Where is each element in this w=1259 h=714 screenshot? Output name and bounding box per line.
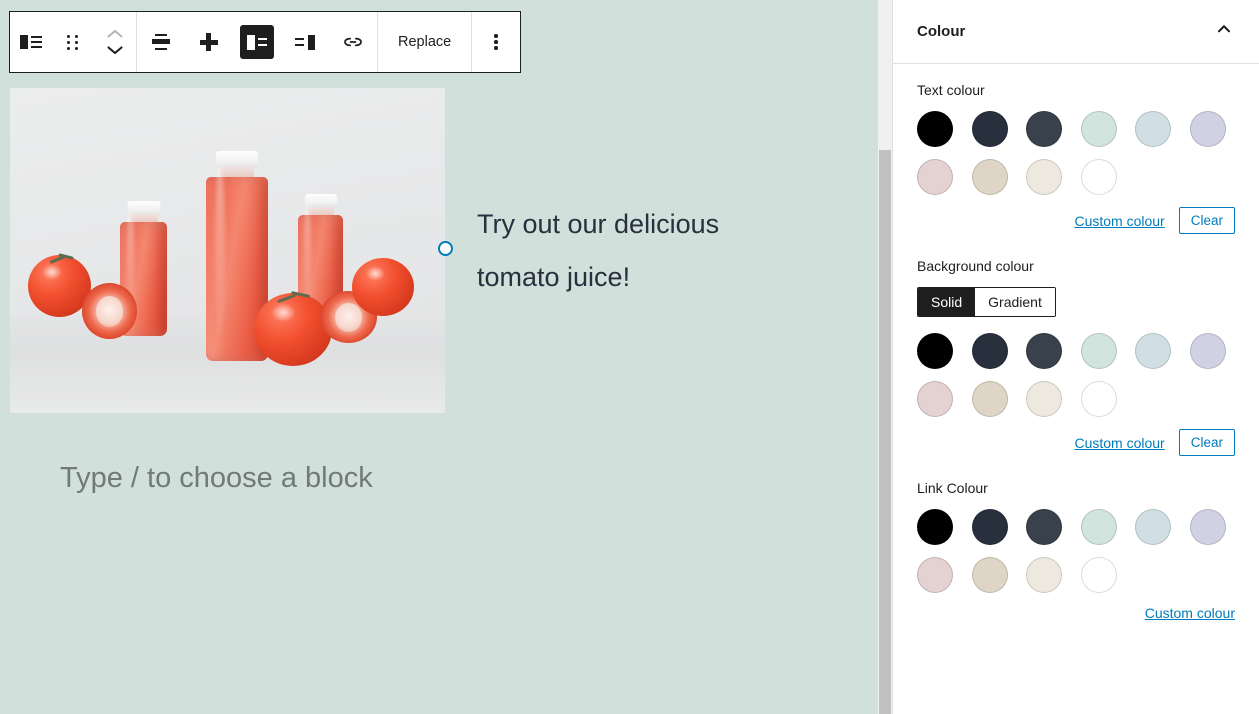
- show-media-on-left-button[interactable]: [233, 12, 281, 72]
- move-up-button[interactable]: [105, 27, 125, 41]
- swatch-purple[interactable]: [1189, 111, 1226, 147]
- swatch-black[interactable]: [917, 509, 953, 545]
- background-colour-label: Background colour: [917, 258, 1034, 274]
- chevron-up-icon: [1217, 25, 1231, 33]
- swatch-blue[interactable]: [1135, 333, 1171, 369]
- section-text-colour: Text colour Custom colour Clear: [917, 82, 1235, 234]
- media-on-right-icon: [295, 34, 315, 50]
- more-options-button[interactable]: [472, 12, 520, 72]
- settings-sidebar: Colour Text colour Custom colour Clear B…: [892, 0, 1259, 714]
- link-colour-palette[interactable]: [917, 509, 1235, 593]
- plus-icon: [199, 32, 219, 52]
- drag-block-button[interactable]: [52, 12, 94, 72]
- link-icon: [344, 37, 362, 47]
- swatch-red[interactable]: [917, 159, 953, 195]
- block-toolbar[interactable]: Replace: [9, 11, 522, 73]
- more-options-vertical-dots-icon: [494, 33, 498, 51]
- text-colour-actions: Custom colour Clear: [917, 207, 1235, 234]
- text-colour-label: Text colour: [917, 82, 985, 98]
- drag-handle-icon: [66, 33, 80, 51]
- swatch-orange[interactable]: [971, 557, 1008, 593]
- swatch-black[interactable]: [917, 333, 953, 369]
- section-background-colour: Background colour Solid Gradient Custom …: [917, 258, 1235, 456]
- swatch-purple[interactable]: [1189, 509, 1226, 545]
- media-text-block[interactable]: Try out our delicious tomato juice!: [10, 88, 770, 413]
- link-colour-label: Link Colour: [917, 480, 988, 496]
- swatch-green[interactable]: [1080, 509, 1117, 545]
- colour-panel-body: Text colour Custom colour Clear Backgrou…: [893, 64, 1259, 621]
- swatch-green[interactable]: [1080, 333, 1117, 369]
- swatch-purple[interactable]: [1189, 333, 1226, 369]
- text-custom-colour-button[interactable]: Custom colour: [1074, 213, 1164, 229]
- swatch-white[interactable]: [1080, 159, 1117, 195]
- block-movers[interactable]: [94, 12, 136, 72]
- swatch-blue[interactable]: [1135, 111, 1171, 147]
- text-clear-button[interactable]: Clear: [1178, 207, 1235, 234]
- link-button[interactable]: [329, 12, 377, 72]
- media-on-left-icon: [247, 34, 267, 50]
- toolbar-group-alignment: [137, 12, 378, 72]
- toolbar-group-block: [10, 12, 137, 72]
- swatch-white[interactable]: [1080, 381, 1117, 417]
- empty-paragraph-placeholder[interactable]: Type / to choose a block: [60, 455, 373, 501]
- swatch-red[interactable]: [917, 557, 953, 593]
- block-image[interactable]: [10, 88, 445, 413]
- tomato-front: [254, 290, 332, 366]
- background-clear-button[interactable]: Clear: [1178, 429, 1235, 456]
- toolbar-group-more: [472, 12, 520, 72]
- tomato-juice-photo: [10, 88, 445, 413]
- block-type-button[interactable]: [10, 12, 52, 72]
- swatch-orange[interactable]: [971, 381, 1008, 417]
- show-media-on-right-button[interactable]: [281, 12, 329, 72]
- tab-gradient[interactable]: Gradient: [975, 288, 1055, 316]
- tomato-right: [352, 258, 414, 316]
- swatch-dark-grey[interactable]: [971, 111, 1008, 147]
- swatch-yellow[interactable]: [1026, 159, 1062, 195]
- align-center-icon: [150, 33, 172, 51]
- swatch-yellow[interactable]: [1026, 381, 1062, 417]
- text-colour-palette[interactable]: [917, 111, 1235, 195]
- block-text-column[interactable]: Try out our delicious tomato juice!: [445, 88, 770, 413]
- editor-canvas[interactable]: Replace Try out our delicious tomato jui…: [0, 0, 892, 714]
- swatch-blue[interactable]: [1135, 509, 1171, 545]
- swatch-green[interactable]: [1080, 111, 1117, 147]
- block-editor-app: Replace Try out our delicious tomato jui…: [0, 0, 1259, 714]
- swatch-grey[interactable]: [1026, 333, 1062, 369]
- media-resize-handle[interactable]: [438, 241, 453, 256]
- tomato-half-left: [82, 283, 137, 339]
- background-colour-palette[interactable]: [917, 333, 1235, 417]
- chevron-up-icon: [107, 29, 123, 38]
- media-text-block-icon: [20, 34, 42, 50]
- vertical-scrollbar[interactable]: [878, 0, 892, 714]
- move-down-button[interactable]: [105, 43, 125, 57]
- panel-title: Colour: [917, 23, 966, 40]
- swatch-dark-grey[interactable]: [971, 509, 1008, 545]
- vertical-scrollbar-thumb[interactable]: [879, 150, 891, 714]
- chevron-down-icon: [107, 46, 123, 55]
- tab-solid[interactable]: Solid: [918, 288, 976, 316]
- replace-button[interactable]: Replace: [378, 12, 471, 72]
- swatch-red[interactable]: [917, 381, 953, 417]
- swatch-black[interactable]: [917, 111, 953, 147]
- swatch-grey[interactable]: [1026, 111, 1062, 147]
- panel-collapse-button[interactable]: [1213, 18, 1235, 45]
- media-text-paragraph[interactable]: Try out our delicious tomato juice!: [477, 198, 770, 303]
- add-block-button[interactable]: [185, 12, 233, 72]
- vertical-align-button[interactable]: [137, 12, 185, 72]
- background-colour-actions: Custom colour Clear: [917, 429, 1235, 456]
- toolbar-group-replace: Replace: [378, 12, 473, 72]
- link-custom-colour-button[interactable]: Custom colour: [1145, 605, 1235, 621]
- background-custom-colour-button[interactable]: Custom colour: [1074, 435, 1164, 451]
- link-colour-actions: Custom colour: [917, 605, 1235, 621]
- background-type-tabs[interactable]: Solid Gradient: [917, 287, 1056, 317]
- swatch-orange[interactable]: [971, 159, 1008, 195]
- colour-panel-header[interactable]: Colour: [893, 0, 1259, 64]
- swatch-white[interactable]: [1080, 557, 1117, 593]
- swatch-dark-grey[interactable]: [971, 333, 1008, 369]
- swatch-grey[interactable]: [1026, 509, 1062, 545]
- section-link-colour: Link Colour Custom colour: [917, 480, 1235, 621]
- swatch-yellow[interactable]: [1026, 557, 1062, 593]
